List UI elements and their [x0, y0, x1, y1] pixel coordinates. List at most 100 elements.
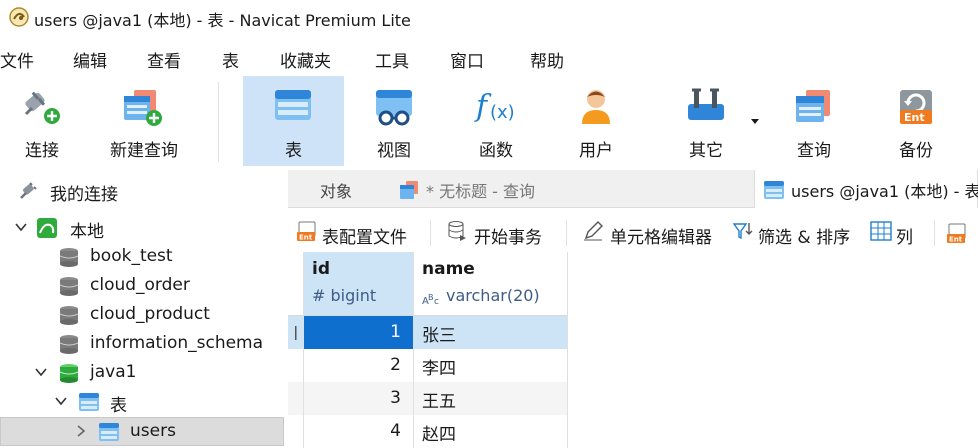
columns-button[interactable]: 列 [862, 216, 922, 248]
cell-editor-button[interactable]: 单元格编辑器 [574, 216, 722, 248]
tab-objects-label: 对象 [320, 182, 353, 201]
cell-id[interactable]: 2 [304, 349, 414, 382]
column-name: name [422, 259, 475, 279]
toolbar-separator [430, 220, 431, 246]
filter-sort-label: 筛选 & 排序 [758, 228, 851, 248]
table-row[interactable]: 1 张三 [288, 316, 568, 349]
toolbar-backup-button[interactable]: Ent 备份 [872, 76, 960, 166]
toolbar-other-label: 其它 [689, 141, 723, 161]
menu-tools[interactable]: 工具 [375, 47, 409, 72]
tree-database-label: cloud_order [90, 275, 190, 295]
toolbar-view-button[interactable]: 视图 [350, 76, 438, 166]
toolbar-table-button[interactable]: 表 [243, 76, 344, 166]
toolbar-new-query-button[interactable]: 新建查询 [98, 76, 190, 166]
query-icon [400, 181, 418, 199]
toolbar-query-button[interactable]: 查询 [770, 76, 858, 166]
backup-icon: Ent [900, 90, 932, 124]
columns-label: 列 [896, 228, 913, 248]
toolbar-table-label: 表 [285, 141, 302, 161]
cell-name[interactable]: 赵四 [414, 415, 568, 448]
svg-text:Ent: Ent [949, 236, 963, 244]
database-icon [59, 277, 79, 296]
table-row[interactable]: 4 赵四 [288, 415, 568, 448]
tab-untitled-query[interactable]: * 无标题 - 查询 [390, 170, 754, 208]
toolbar-new-query-label: 新建查询 [110, 141, 178, 161]
column-type: varchar(20) [446, 286, 540, 305]
cell-id[interactable]: 3 [304, 382, 414, 415]
tree-database-label: book_test [90, 246, 173, 266]
tree-folder-label: 表 [110, 396, 127, 416]
tree-item-database[interactable]: cloud_order [0, 272, 288, 301]
menu-favorites[interactable]: 收藏夹 [280, 47, 331, 72]
table-row[interactable]: 3 王五 [288, 382, 568, 415]
tools-icon [688, 88, 724, 120]
text-type-icon: A B c [422, 293, 439, 307]
tree-header-label: 我的连接 [50, 185, 118, 205]
table-profile-button[interactable]: Ent 表配置文件 [288, 216, 420, 248]
title-bar: users @java1 (本地) - 表 - Navicat Premium … [0, 0, 978, 36]
row-indicator[interactable] [288, 316, 304, 349]
toolbar-separator [218, 82, 219, 162]
tree-item-database[interactable]: information_schema [0, 330, 288, 359]
filter-icon [732, 223, 753, 240]
window-title: users @java1 (本地) - 表 - Navicat Premium … [34, 11, 411, 30]
toolbar-other-button[interactable]: 其它 [662, 76, 750, 166]
cell-name[interactable]: 李四 [414, 349, 568, 382]
toolbar-separator [566, 220, 567, 246]
chevron-down-icon[interactable] [750, 118, 760, 126]
table-icon [99, 423, 119, 441]
row-indicator[interactable] [288, 349, 304, 382]
begin-transaction-button[interactable]: 开始事务 [438, 216, 554, 248]
tree-item-database-open[interactable]: java1 [0, 359, 288, 388]
pencil-icon [584, 221, 603, 241]
database-icon [59, 306, 79, 325]
export-ent-icon[interactable]: Ent [946, 222, 968, 244]
svg-text:B: B [428, 293, 434, 302]
menu-file[interactable]: 文件 [0, 47, 34, 72]
cell-name[interactable]: 张三 [414, 316, 568, 349]
row-indicator[interactable] [288, 415, 304, 448]
chevron-down-icon[interactable] [14, 220, 28, 234]
filter-sort-button[interactable]: 筛选 & 排序 [724, 216, 864, 248]
cell-name[interactable]: 王五 [414, 382, 568, 415]
toolbar-function-button[interactable]: f (x) 函数 [452, 76, 540, 166]
toolbar-connect-label: 连接 [25, 141, 59, 161]
cell-editor-label: 单元格编辑器 [610, 228, 712, 248]
tree-database-label: information_schema [90, 333, 264, 353]
tab-users-table[interactable]: users @java1 (本地) - 表 [754, 170, 978, 208]
new-query-icon [124, 90, 162, 126]
chevron-down-icon[interactable] [54, 394, 68, 408]
svg-text:c: c [434, 297, 439, 307]
cell-id[interactable]: 4 [304, 415, 414, 448]
tab-objects[interactable]: 对象 [288, 170, 388, 208]
chevron-down-icon[interactable] [34, 365, 48, 379]
menu-table[interactable]: 表 [222, 47, 239, 72]
menu-help[interactable]: 帮助 [530, 47, 564, 72]
table-toolbar: Ent 表配置文件 开始事务 单元格编辑器 筛选 & 排序 列 Ent [288, 212, 978, 252]
chevron-right-icon[interactable] [74, 424, 88, 438]
table-row[interactable]: 2 李四 [288, 349, 568, 382]
tree-item-table-selected[interactable]: users [0, 417, 284, 446]
menu-window[interactable]: 窗口 [450, 47, 484, 72]
column-header-name[interactable]: name A B c varchar(20) [414, 252, 568, 316]
toolbar-user-button[interactable]: 用户 [552, 76, 640, 166]
tree-item-database[interactable]: cloud_product [0, 301, 288, 330]
row-cursor-icon [295, 326, 297, 340]
toolbar-connect-button[interactable]: 连接 [4, 76, 80, 166]
function-fx-icon: f (x) [474, 89, 515, 124]
tree-item-tables-folder[interactable]: 表 [0, 388, 288, 417]
tree-item-connection[interactable]: 本地 [0, 214, 288, 243]
column-type: # bigint [312, 286, 377, 305]
column-name: id [312, 259, 330, 279]
menu-edit[interactable]: 编辑 [73, 47, 107, 72]
tree-header-my-connections[interactable]: 我的连接 [0, 177, 288, 206]
transaction-icon [448, 221, 466, 241]
menu-view[interactable]: 查看 [147, 47, 181, 72]
tree-item-database[interactable]: book_test [0, 243, 288, 272]
tab-query-label: * 无标题 - 查询 [426, 182, 536, 201]
cell-id[interactable]: 1 [304, 316, 414, 349]
row-indicator[interactable] [288, 382, 304, 415]
column-header-id[interactable]: id # bigint [304, 252, 414, 316]
connection-tree: 我的连接 本地 book_test cloud_order cloud_prod… [0, 170, 288, 448]
database-icon [59, 335, 79, 354]
